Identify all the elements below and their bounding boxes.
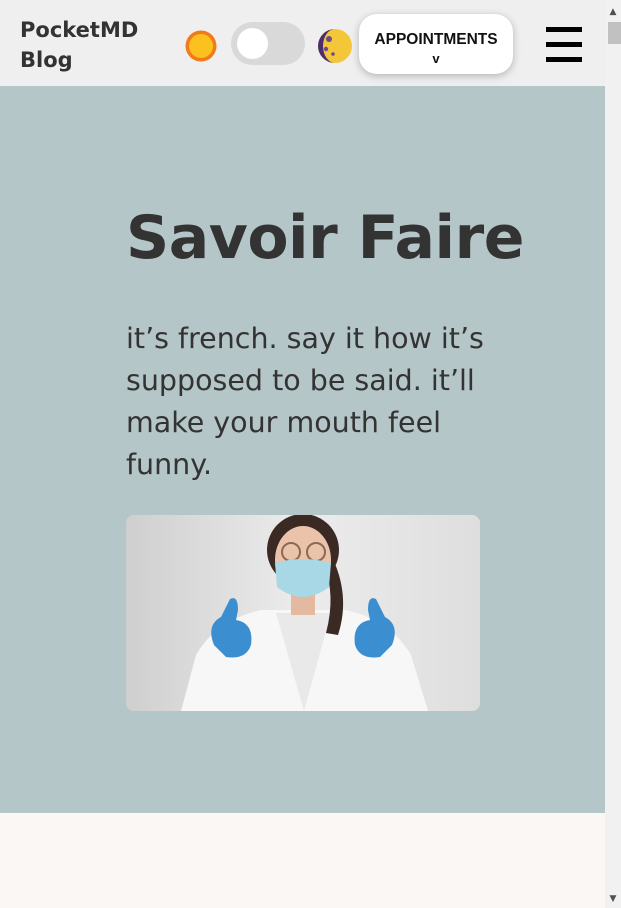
moon-icon	[318, 29, 352, 63]
appointments-label: APPOINTMENTS	[374, 30, 498, 48]
scroll-down-icon[interactable]: ▼	[605, 893, 621, 905]
chevron-down-icon: v	[432, 50, 440, 66]
doctor-thumbs-up-photo	[126, 515, 480, 711]
hamburger-menu-icon[interactable]	[544, 25, 584, 65]
scrollbar-thumb[interactable]	[608, 22, 621, 44]
sun-icon	[185, 30, 217, 62]
vertical-scrollbar[interactable]: ▲ ▼	[605, 0, 621, 908]
scroll-up-icon[interactable]: ▲	[605, 6, 621, 18]
appointments-dropdown-button[interactable]: APPOINTMENTS v	[359, 14, 513, 74]
theme-toggle[interactable]	[231, 22, 305, 65]
hero-title: Savoir Faire	[126, 203, 524, 273]
hero-text: it’s french. say it how it’s supposed to…	[126, 322, 484, 481]
site-brand[interactable]: PocketMD Blog	[20, 15, 150, 75]
hero-section: Savoir Faire it’s french. say it how it’…	[0, 86, 605, 813]
site-header: PocketMD Blog APPOINTMENTS v	[0, 0, 605, 86]
theme-toggle-knob	[237, 28, 268, 59]
